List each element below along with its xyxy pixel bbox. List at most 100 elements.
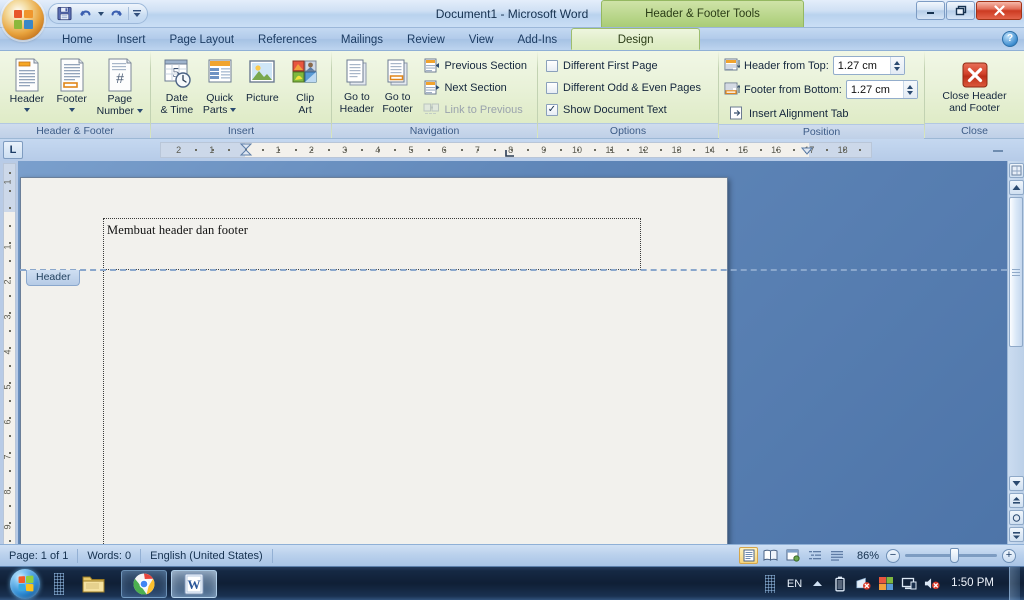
date-and-time-button[interactable]: 5 Date & Time [156,54,198,117]
header-text[interactable]: Membuat header dan footer [107,223,638,238]
minimize-button[interactable] [916,1,945,20]
go-to-header-button[interactable]: Go to Header [337,54,377,116]
scrollbar-track[interactable] [1009,347,1024,475]
document-page[interactable]: Membuat header dan footer [20,177,728,544]
zoom-percentage[interactable]: 86% [849,550,883,562]
undo-button[interactable] [75,5,95,23]
draft-icon [830,551,843,561]
tab-add-ins[interactable]: Add-Ins [505,28,569,50]
select-browse-object-top-button[interactable] [1008,163,1024,178]
close-button[interactable] [976,1,1022,20]
tab-view[interactable]: View [457,28,506,50]
zoom-slider-thumb[interactable] [950,548,959,563]
tab-review[interactable]: Review [395,28,457,50]
tab-home[interactable]: Home [50,28,105,50]
tray-grip[interactable] [764,574,775,593]
taskbar-word[interactable]: W [171,569,217,598]
spinner-arrows[interactable] [902,81,917,98]
tab-references[interactable]: References [246,28,329,50]
zoom-slider-track[interactable] [905,548,997,563]
next-page-button[interactable] [1008,527,1024,542]
vruler-tick [8,539,11,542]
header-from-top-spinner[interactable]: 1.27 cm [832,56,905,75]
vruler-tick [8,294,11,297]
header-edit-zone[interactable]: Membuat header dan footer [103,218,641,270]
language-indicator[interactable]: EN [787,578,802,590]
scrollbar-thumb[interactable] [1009,197,1023,347]
footer-button-label: Footer [56,93,87,105]
battery-icon[interactable] [832,576,848,592]
close-header-and-footer-button[interactable]: Close Header and Footer [933,57,1017,115]
show-desktop-button[interactable] [1009,566,1020,600]
view-web-layout-button[interactable] [783,547,802,564]
display-icon[interactable] [901,576,917,592]
horizontal-ruler[interactable]: 21123456789101112131415161718 [160,142,872,158]
action-center-icon[interactable] [878,576,894,592]
vruler-label: 2 [2,279,13,285]
status-word-count[interactable]: Words: 0 [78,545,140,567]
restore-button[interactable] [946,1,975,20]
zoom-out-button[interactable]: − [886,548,900,563]
tab-page-layout[interactable]: Page Layout [157,28,246,50]
network-icon[interactable] [855,576,871,592]
previous-page-button[interactable] [1008,493,1024,508]
taskbar-chrome[interactable] [121,569,167,598]
quick-parts-button[interactable]: Quick Parts [199,54,241,117]
view-draft-button[interactable] [827,547,846,564]
insert-alignment-tab-button[interactable]: Insert Alignment Tab [724,103,853,124]
taskbar-grip[interactable] [54,572,64,595]
chevron-down-icon [230,108,237,113]
help-button[interactable]: ? [1002,31,1018,47]
chrome-icon [133,573,155,595]
footer-button[interactable]: Footer [50,54,94,113]
zoom-in-button[interactable]: + [1002,548,1016,563]
show-hidden-icons-button[interactable] [809,576,825,592]
vruler-tick [8,469,11,472]
picture-button[interactable]: Picture [242,54,284,106]
start-button[interactable] [1,568,49,600]
ruler-tick [411,149,413,151]
go-to-footer-button[interactable]: Go to Footer [378,54,418,116]
link-to-previous-button[interactable]: Link to Previous [418,99,532,120]
status-page-number[interactable]: Page: 1 of 1 [0,545,77,567]
tab-stop-selector[interactable]: L [3,141,23,159]
show-document-text-checkbox[interactable]: ✓ Show Document Text [543,99,670,120]
page-number-button[interactable]: # Page Number [95,54,145,118]
different-first-page-checkbox[interactable]: Different First Page [543,55,661,76]
taskbar-clock[interactable]: 1:50 PM [947,577,998,590]
ruler-tick [494,149,496,151]
chevron-up-icon [812,581,822,586]
spinner-arrows[interactable] [889,57,904,74]
previous-section-button[interactable]: Previous Section [418,55,532,76]
taskbar-explorer[interactable] [71,570,117,598]
undo-dropdown-button[interactable] [96,5,105,23]
vertical-scrollbar[interactable] [1007,161,1024,544]
header-button[interactable]: Header [5,54,49,113]
scrollbar-grip-icon [1012,268,1020,276]
save-button[interactable] [54,5,74,23]
scroll-up-button[interactable] [1008,180,1024,195]
tab-insert[interactable]: Insert [105,28,158,50]
tab-mailings[interactable]: Mailings [329,28,395,50]
next-section-button[interactable]: Next Section [418,77,532,98]
footer-from-bottom-spinner[interactable]: 1.27 cm [845,80,918,99]
scroll-down-button[interactable] [1008,476,1024,491]
redo-button[interactable] [106,5,126,23]
view-full-screen-reading-button[interactable] [761,547,780,564]
customize-qat-button[interactable] [131,5,143,23]
windows-logo-icon [10,568,40,599]
view-outline-button[interactable] [805,547,824,564]
clip-art-button[interactable]: Clip Art [284,54,326,117]
vruler-tick [8,259,11,262]
tab-design[interactable]: Design [571,28,701,50]
page-scroll-area[interactable]: Membuat header dan footer Header [18,161,1007,544]
different-odd-even-pages-checkbox[interactable]: Different Odd & Even Pages [543,77,704,98]
ruler-tick [228,149,231,151]
vertical-ruler[interactable]: 1 1 2 3 4 5 6 7 8 9 [0,161,18,544]
status-language[interactable]: English (United States) [141,545,272,567]
view-print-layout-button[interactable] [739,547,758,564]
office-button[interactable] [2,0,44,40]
volume-icon[interactable] [924,576,940,592]
select-browse-object-button[interactable] [1008,510,1024,525]
header-icon [12,58,42,92]
